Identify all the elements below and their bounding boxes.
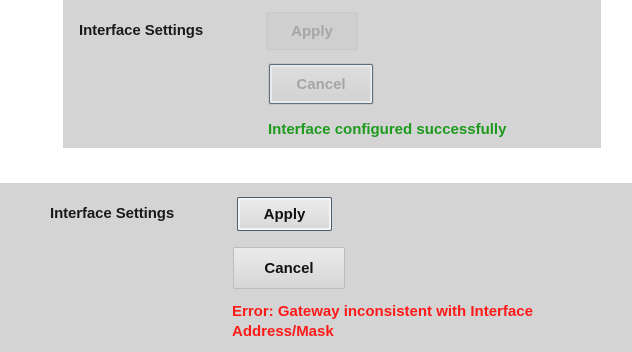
apply-button[interactable]: Apply	[266, 12, 358, 50]
interface-settings-label: Interface Settings	[50, 205, 175, 222]
settings-panel-success: Interface Settings Apply Cancel Interfac…	[63, 0, 601, 148]
cancel-button[interactable]: Cancel	[233, 247, 345, 289]
interface-settings-label: Interface Settings	[79, 22, 204, 39]
status-message-error: Error: Gateway inconsistent with Interfa…	[232, 303, 533, 340]
cancel-button[interactable]: Cancel	[269, 64, 373, 104]
settings-panel-error: Interface Settings Apply Cancel Error: G…	[0, 183, 632, 352]
apply-button[interactable]: Apply	[237, 197, 332, 231]
status-message-success: Interface configured successfully	[268, 121, 507, 138]
